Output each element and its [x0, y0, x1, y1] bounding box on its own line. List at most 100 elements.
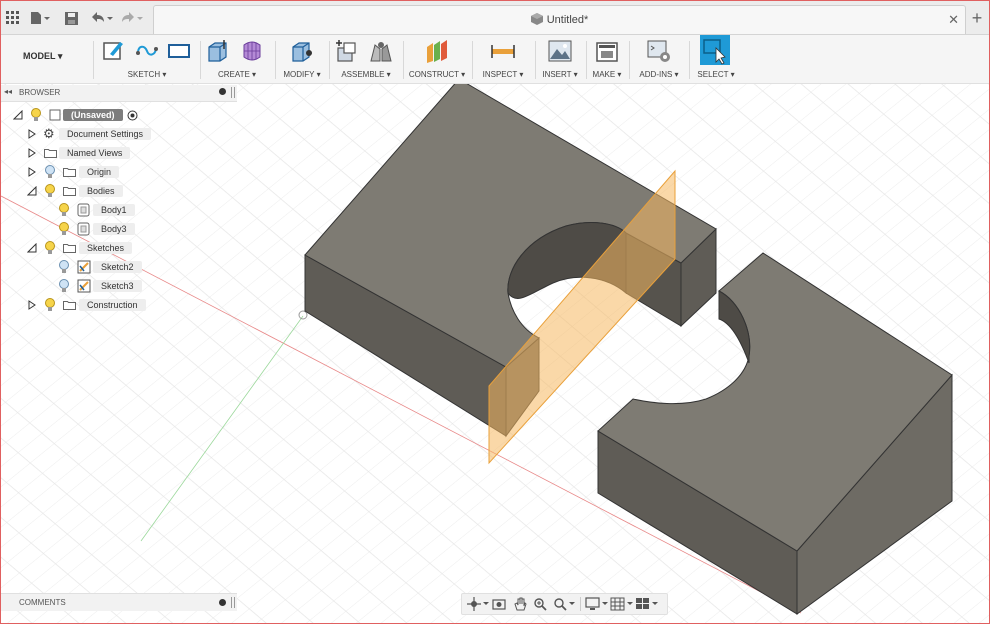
- assemble-group[interactable]: ASSEMBLE ▾: [331, 35, 401, 83]
- comments-title: COMMENTS: [19, 598, 66, 607]
- measure-icon[interactable]: [491, 39, 515, 63]
- tree-item-named-views[interactable]: Named Views: [1, 145, 237, 161]
- scripts-icon[interactable]: [647, 39, 671, 63]
- workspace-switcher[interactable]: MODEL ▾: [23, 51, 62, 62]
- collapsed-triangle-icon[interactable]: [27, 148, 37, 158]
- tree-item-label: Construction: [79, 299, 146, 311]
- assemble-menu-label[interactable]: ASSEMBLE ▾: [331, 70, 401, 79]
- browser-panel-header[interactable]: ◂◂ BROWSER: [1, 85, 237, 102]
- file-menu-icon[interactable]: [29, 9, 51, 27]
- inspect-group[interactable]: INSPECT ▾: [474, 35, 532, 83]
- collapsed-triangle-icon[interactable]: [27, 300, 37, 310]
- insert-menu-label[interactable]: INSERT ▾: [536, 70, 584, 79]
- folder-icon: [63, 301, 76, 310]
- redo-icon[interactable]: [119, 9, 145, 27]
- expanded-triangle-icon[interactable]: [27, 243, 37, 253]
- browser-title: BROWSER: [19, 88, 61, 97]
- folder-icon: [44, 149, 57, 158]
- zoom-icon[interactable]: [533, 597, 547, 611]
- toolbar-separator: [629, 41, 630, 79]
- modify-group[interactable]: MODIFY ▾: [277, 35, 327, 83]
- visibility-bulb-icon[interactable]: [44, 241, 56, 255]
- app-grid-icon[interactable]: [5, 9, 21, 27]
- fit-zoom-icon[interactable]: [553, 597, 575, 611]
- create-sketch-icon[interactable]: [102, 39, 126, 63]
- panel-resize-handle[interactable]: [231, 597, 235, 608]
- inspect-menu-label[interactable]: INSPECT ▾: [474, 70, 532, 79]
- form-icon[interactable]: [240, 39, 264, 63]
- make-group[interactable]: MAKE ▾: [587, 35, 627, 83]
- rectangle-tool-icon[interactable]: [167, 39, 191, 63]
- viewports-icon[interactable]: [635, 597, 659, 611]
- tree-item-body1[interactable]: Body1: [1, 202, 237, 218]
- hidden-bulb-icon[interactable]: [58, 279, 70, 293]
- new-tab-icon[interactable]: +: [967, 7, 987, 29]
- expanded-triangle-icon[interactable]: [13, 110, 23, 120]
- tree-item-sketch3[interactable]: Sketch3: [1, 278, 237, 294]
- joint-icon[interactable]: [369, 39, 393, 63]
- press-pull-icon[interactable]: [289, 39, 313, 63]
- panel-resize-handle[interactable]: [231, 87, 235, 98]
- line-tool-icon[interactable]: [135, 39, 159, 63]
- tree-item-label: Body3: [93, 223, 135, 235]
- tree-item-bodies[interactable]: Bodies: [1, 183, 237, 199]
- add-ins-menu-label[interactable]: ADD-INS ▾: [631, 70, 687, 79]
- activate-radio-icon[interactable]: [127, 110, 138, 121]
- select-tool-icon[interactable]: [700, 35, 730, 65]
- hidden-bulb-icon[interactable]: [58, 260, 70, 274]
- save-icon[interactable]: [63, 9, 79, 27]
- collapsed-triangle-icon[interactable]: [27, 167, 37, 177]
- comments-panel-header[interactable]: COMMENTS: [1, 593, 237, 611]
- document-title: Untitled*: [154, 13, 965, 26]
- tree-item-label: Origin: [79, 166, 120, 178]
- visibility-bulb-icon[interactable]: [58, 222, 70, 236]
- select-menu-label[interactable]: SELECT ▾: [691, 70, 741, 79]
- add-ins-group[interactable]: ADD-INS ▾: [631, 35, 687, 83]
- grid-settings-icon[interactable]: [610, 597, 634, 611]
- select-group[interactable]: SELECT ▾: [691, 35, 741, 83]
- modify-menu-label[interactable]: MODIFY ▾: [277, 70, 327, 79]
- look-at-icon[interactable]: [492, 597, 506, 611]
- sketch-menu-label[interactable]: SKETCH ▾: [97, 70, 197, 79]
- sketch-group[interactable]: SKETCH ▾: [97, 35, 197, 83]
- offset-plane-icon[interactable]: [425, 39, 449, 63]
- pan-hand-icon[interactable]: [513, 597, 527, 611]
- visibility-bulb-icon[interactable]: [44, 184, 56, 198]
- tree-item-document-settings[interactable]: ⚙ Document Settings: [1, 126, 237, 142]
- construct-group[interactable]: CONSTRUCT ▾: [405, 35, 469, 83]
- folder-icon: [63, 244, 76, 253]
- create-group[interactable]: CREATE ▾: [202, 35, 272, 83]
- close-tab-icon[interactable]: ✕: [948, 12, 959, 28]
- insert-group[interactable]: INSERT ▾: [536, 35, 584, 83]
- undo-icon[interactable]: [89, 9, 115, 27]
- tree-item-sketches[interactable]: Sketches: [1, 240, 237, 256]
- visibility-bulb-icon[interactable]: [58, 203, 70, 217]
- tree-item-body3[interactable]: Body3: [1, 221, 237, 237]
- document-tab[interactable]: Untitled* ✕: [153, 5, 966, 34]
- tree-root-row[interactable]: (Unsaved): [1, 107, 237, 123]
- root-component-label: (Unsaved): [63, 109, 123, 121]
- create-menu-label[interactable]: CREATE ▾: [202, 70, 272, 79]
- tree-item-origin[interactable]: Origin: [1, 164, 237, 180]
- insert-image-icon[interactable]: [548, 39, 572, 63]
- construct-menu-label[interactable]: CONSTRUCT ▾: [405, 70, 469, 79]
- collapse-panel-icon[interactable]: ◂◂: [4, 87, 12, 96]
- make-menu-label[interactable]: MAKE ▾: [587, 70, 627, 79]
- hidden-bulb-icon[interactable]: [44, 165, 56, 179]
- gear-icon: ⚙: [43, 126, 55, 141]
- new-component-icon[interactable]: [335, 39, 359, 63]
- extrude-icon[interactable]: [206, 39, 230, 63]
- toolbar-separator: [200, 41, 201, 79]
- toolbar-separator: [689, 41, 690, 79]
- collapsed-triangle-icon[interactable]: [27, 129, 37, 139]
- tree-item-construction[interactable]: Construction: [1, 297, 237, 313]
- expanded-triangle-icon[interactable]: [27, 186, 37, 196]
- visibility-bulb-icon[interactable]: [44, 298, 56, 312]
- visibility-bulb-icon[interactable]: [30, 108, 42, 122]
- tree-item-sketch2[interactable]: Sketch2: [1, 259, 237, 275]
- orbit-icon[interactable]: [467, 597, 489, 611]
- 3d-print-icon[interactable]: [595, 39, 619, 63]
- browser-options-icon[interactable]: [219, 88, 226, 95]
- add-comment-icon[interactable]: [219, 599, 226, 606]
- display-settings-icon[interactable]: [585, 597, 609, 611]
